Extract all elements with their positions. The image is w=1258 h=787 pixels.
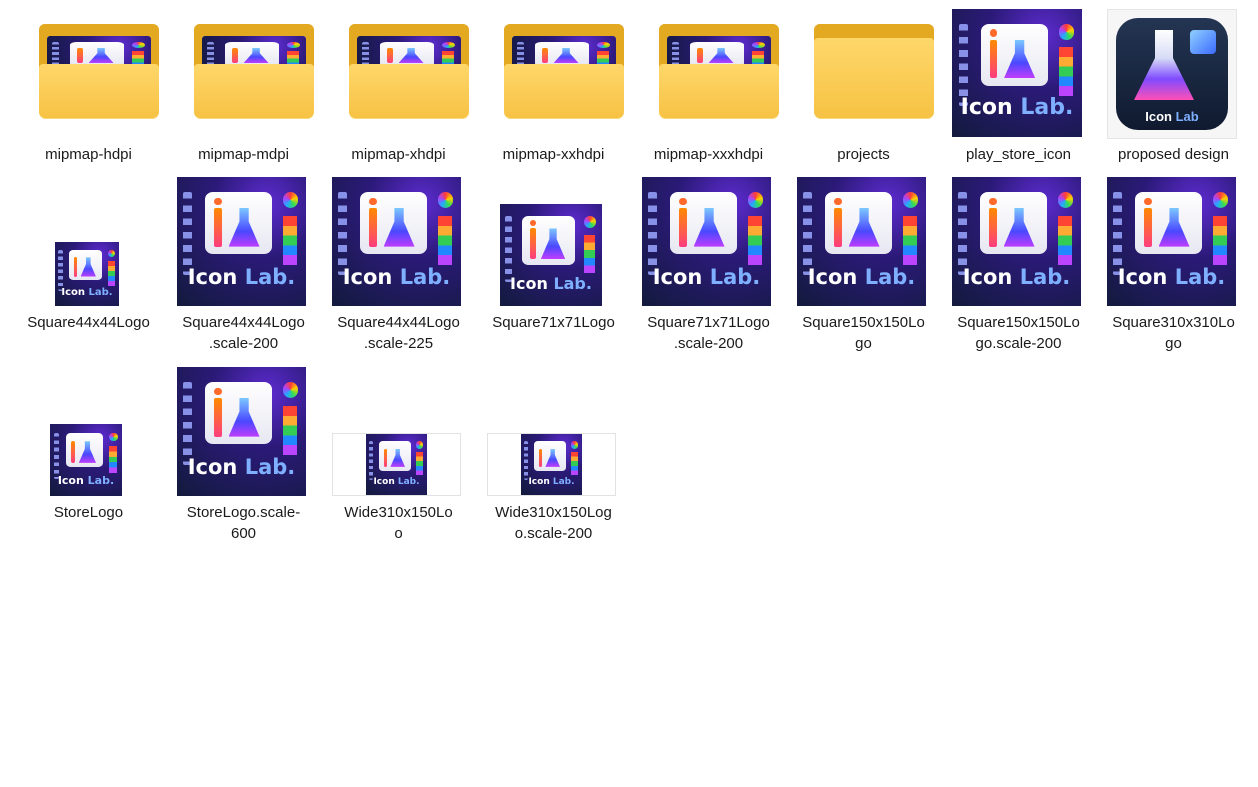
file-name-label: play_store_icon (965, 146, 1072, 163)
folder-icon (814, 24, 934, 119)
file-item[interactable]: Icon Lab. play_store_icon (941, 0, 1096, 170)
file-name-label: Square71x71Logo (492, 314, 615, 331)
file-name-label: mipmap-xxhdpi (502, 146, 605, 163)
app-icon-thumbnail: Icon Lab. (500, 204, 602, 306)
app-icon-thumbnail: Icon Lab. (642, 177, 771, 306)
file-name-label: mipmap-hdpi (45, 146, 132, 163)
file-item[interactable]: Icon Lab. Square44x44Logo .scale-225 (321, 170, 476, 360)
file-item[interactable]: Icon Lab. StoreLogo (11, 360, 166, 550)
file-item[interactable]: Icon Lab. Square150x150Lo go (786, 170, 941, 360)
wide-logo-thumbnail: Icon Lab. (332, 433, 461, 496)
file-name-label: Square44x44Logo .scale-225 (337, 314, 460, 352)
file-item[interactable]: Icon Lab. Square150x150Lo go.scale-200 (941, 170, 1096, 360)
file-name-label: StoreLogo.scale- 600 (186, 504, 301, 542)
app-icon-thumbnail: Icon Lab. (952, 177, 1081, 306)
app-icon-thumbnail: Icon Lab. (55, 242, 119, 306)
folder-icon (39, 24, 159, 119)
file-explorer-icon-grid: mipmap-hdpi mipmap-mdpi mipmap-xhdpi mip… (0, 0, 1258, 787)
file-item[interactable]: Icon Lab. Wide310x150Lo o (321, 360, 476, 550)
file-item[interactable]: Icon Lab. Wide310x150Log o.scale-200 (476, 360, 631, 550)
file-item[interactable]: Icon Lab. Square71x71Logo (476, 170, 631, 360)
folder-item[interactable]: mipmap-xxxhdpi (631, 0, 786, 170)
wide-logo-thumbnail: Icon Lab. (487, 433, 616, 496)
folder-item[interactable]: projects (786, 0, 941, 170)
file-item[interactable]: Icon Lab. Square44x44Logo (11, 170, 166, 360)
file-name-label: Wide310x150Log o.scale-200 (495, 504, 612, 542)
proposed-design-thumbnail: Icon Lab (1107, 9, 1237, 139)
folder-item[interactable]: mipmap-xhdpi (321, 0, 476, 170)
file-name-label: mipmap-xxxhdpi (653, 146, 764, 163)
file-name-label: Square44x44Logo (27, 314, 150, 331)
file-name-label: mipmap-xhdpi (351, 146, 446, 163)
folder-icon (504, 24, 624, 119)
file-name-label: Square44x44Logo .scale-200 (182, 314, 305, 352)
folder-icon (349, 24, 469, 119)
folder-icon (659, 24, 779, 119)
folder-icon (194, 24, 314, 119)
app-icon-thumbnail: Icon Lab. (177, 177, 306, 306)
app-icon-thumbnail: Icon Lab. (332, 177, 461, 306)
app-icon-thumbnail: Icon Lab. (177, 367, 306, 496)
file-item[interactable]: Icon Lab. StoreLogo.scale- 600 (166, 360, 321, 550)
app-icon-thumbnail: Icon Lab. (1107, 177, 1236, 306)
folder-item[interactable]: mipmap-hdpi (11, 0, 166, 170)
folder-item[interactable]: mipmap-xxhdpi (476, 0, 631, 170)
file-item[interactable]: Icon Lab. Square310x310Lo go (1096, 170, 1251, 360)
folder-item[interactable]: mipmap-mdpi (166, 0, 321, 170)
file-name-label: mipmap-mdpi (198, 146, 289, 163)
file-name-label: Square310x310Lo go (1112, 314, 1235, 352)
file-item[interactable]: Icon Lab. Square44x44Logo .scale-200 (166, 170, 321, 360)
file-item[interactable]: Icon Lab proposed design (1096, 0, 1251, 170)
file-item[interactable]: Icon Lab. Square71x71Logo .scale-200 (631, 170, 786, 360)
file-name-label: Square150x150Lo go (802, 314, 925, 352)
file-name-label: projects (837, 146, 890, 163)
app-icon-thumbnail: Icon Lab. (797, 177, 926, 306)
file-name-label: Square71x71Logo .scale-200 (647, 314, 770, 352)
file-name-label: Square150x150Lo go.scale-200 (957, 314, 1080, 352)
file-name-label: StoreLogo (53, 504, 124, 521)
file-name-label: Wide310x150Lo o (344, 504, 453, 542)
file-name-label: proposed design (1118, 146, 1229, 163)
app-icon-thumbnail: Icon Lab. (50, 424, 122, 496)
app-icon-thumbnail: Icon Lab. (952, 9, 1082, 137)
